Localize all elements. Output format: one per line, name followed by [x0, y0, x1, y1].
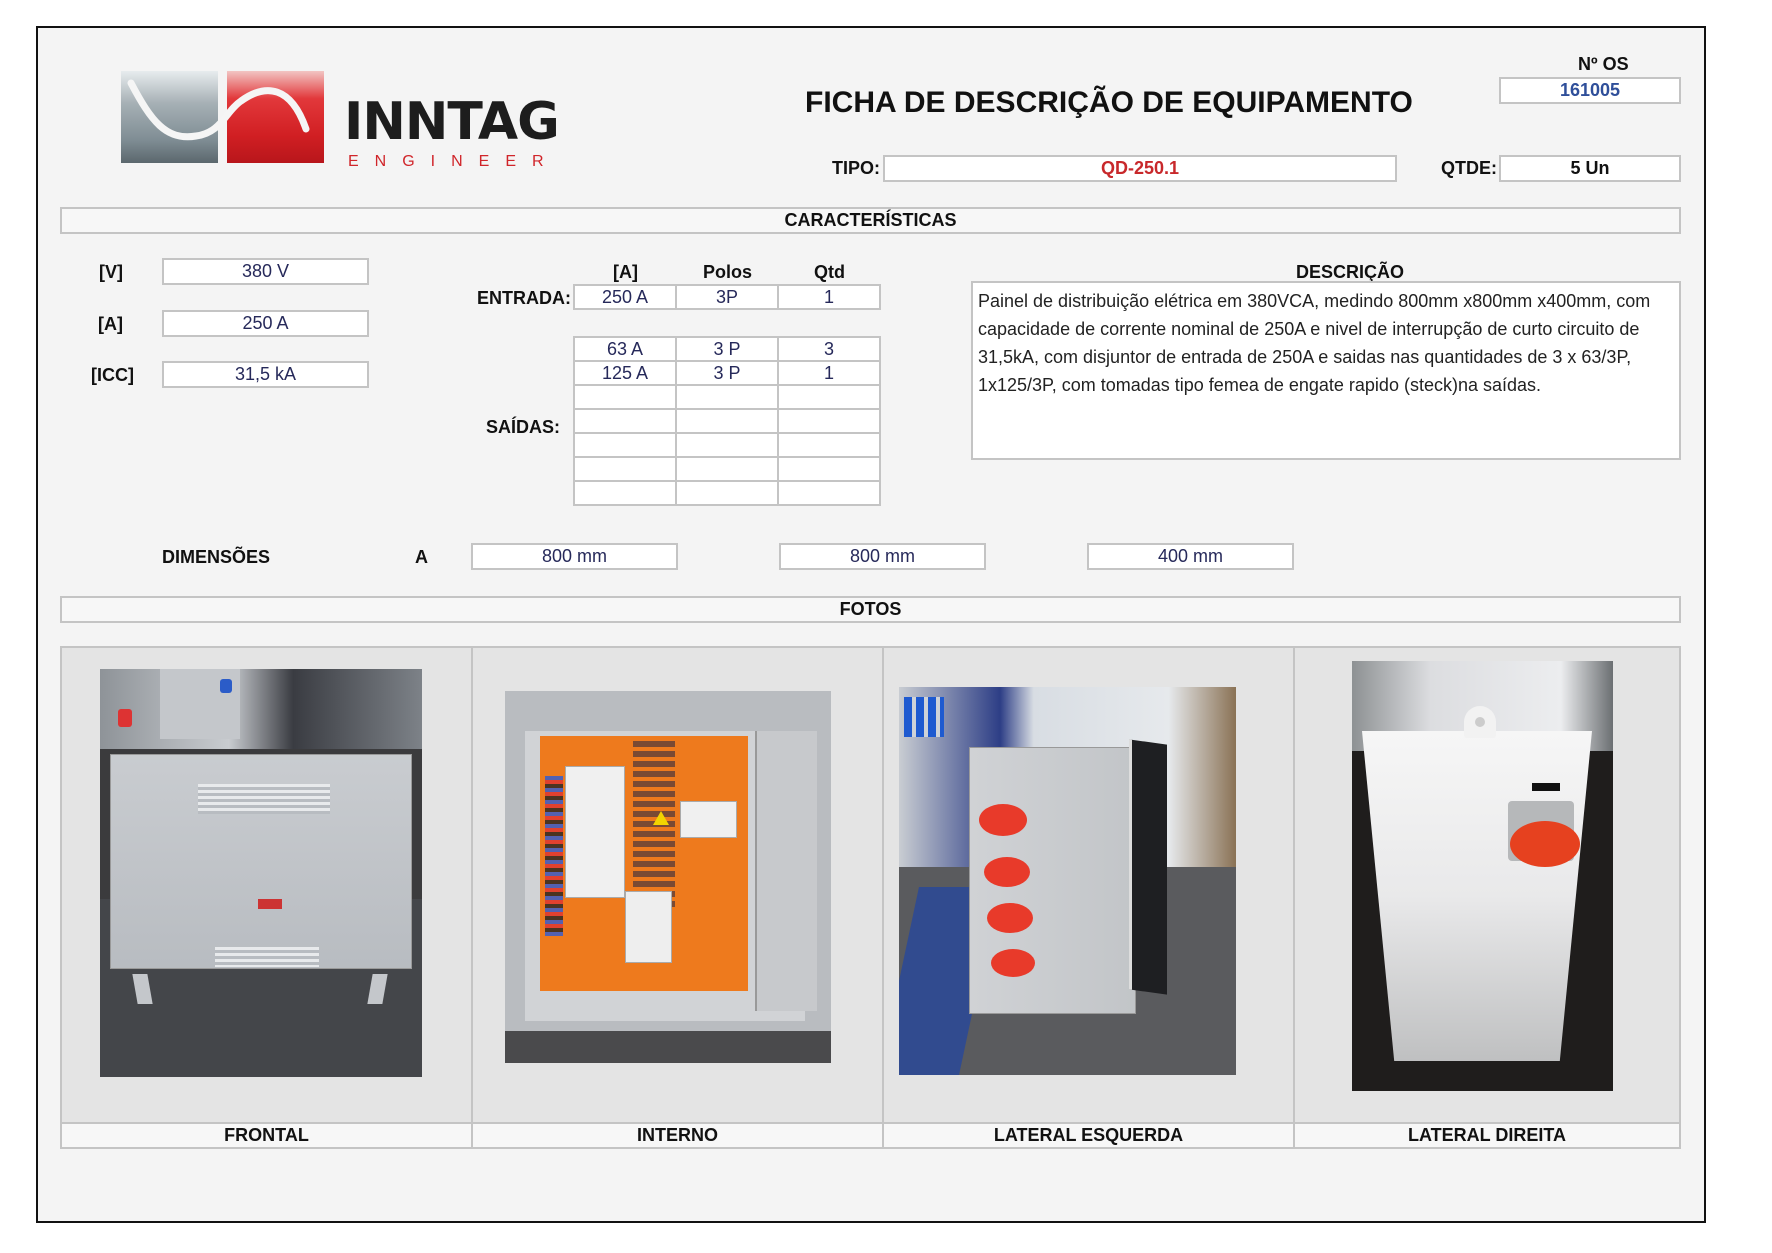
- saidas-row: [573, 384, 881, 410]
- saida-polos[interactable]: [675, 384, 779, 410]
- logo-wordmark: INNTAG: [344, 92, 560, 152]
- fotos-header: FOTOS: [60, 596, 1681, 623]
- dimension-height-field[interactable]: 800 mm: [471, 543, 678, 570]
- entrada-polos[interactable]: 3P: [675, 284, 779, 310]
- dimension-depth-field[interactable]: 400 mm: [1087, 543, 1294, 570]
- saida-qtd[interactable]: [777, 432, 881, 458]
- saida-amps[interactable]: 63 A: [573, 336, 677, 362]
- spec-field-voltage[interactable]: 380 V: [162, 258, 369, 285]
- saida-amps[interactable]: [573, 456, 677, 482]
- saida-qtd[interactable]: 1: [777, 360, 881, 386]
- spec-field-current[interactable]: 250 A: [162, 310, 369, 337]
- page-title: FICHA DE DESCRIÇÃO DE EQUIPAMENTO: [805, 86, 1413, 119]
- logo-tagline: ENGINEER: [348, 153, 560, 170]
- column-header-qtd: Qtd: [814, 262, 845, 282]
- saida-polos[interactable]: [675, 480, 779, 506]
- tipo-label: TIPO:: [832, 158, 880, 178]
- saida-qtd[interactable]: [777, 480, 881, 506]
- internal-view-photo[interactable]: [505, 691, 831, 1063]
- caption-frontal: FRONTAL: [60, 1122, 473, 1149]
- saida-amps[interactable]: [573, 480, 677, 506]
- saidas-table: 63 A 3 P 3 125 A 3 P 1: [573, 336, 881, 506]
- os-number-label: Nº OS: [1578, 54, 1629, 74]
- entrada-table: 250 A 3P 1: [573, 284, 881, 310]
- saida-amps[interactable]: [573, 384, 677, 410]
- dimension-width-field[interactable]: 800 mm: [779, 543, 986, 570]
- entrada-qtd[interactable]: 1: [777, 284, 881, 310]
- tipo-field[interactable]: QD-250.1: [883, 155, 1397, 182]
- saida-polos[interactable]: [675, 408, 779, 434]
- saida-polos[interactable]: [675, 432, 779, 458]
- caption-lateral-direita: LATERAL DIREITA: [1293, 1122, 1681, 1149]
- caption-lateral-esquerda: LATERAL ESQUERDA: [882, 1122, 1295, 1149]
- front-view-photo[interactable]: [100, 669, 422, 1077]
- right-side-photo[interactable]: [1352, 661, 1613, 1091]
- saidas-row: 63 A 3 P 3: [573, 336, 881, 362]
- os-number-field[interactable]: 161005: [1499, 77, 1681, 104]
- entrada-row: 250 A 3P 1: [573, 284, 881, 310]
- descricao-label: DESCRIÇÃO: [1296, 262, 1405, 282]
- saida-amps[interactable]: [573, 432, 677, 458]
- saida-qtd[interactable]: [777, 384, 881, 410]
- left-side-photo[interactable]: [899, 687, 1236, 1075]
- column-header-amps: [A]: [613, 262, 638, 282]
- spec-field-icc[interactable]: 31,5 kA: [162, 361, 369, 388]
- saida-qtd[interactable]: [777, 408, 881, 434]
- spec-label-voltage: [V]: [99, 262, 123, 282]
- saida-polos[interactable]: 3 P: [675, 336, 779, 362]
- saidas-row: [573, 456, 881, 482]
- saidas-row: [573, 408, 881, 434]
- entrada-label: ENTRADA:: [477, 288, 571, 308]
- saidas-row: 125 A 3 P 1: [573, 360, 881, 386]
- saidas-row: [573, 480, 881, 506]
- saida-polos[interactable]: [675, 456, 779, 482]
- column-header-polos: Polos: [703, 262, 753, 282]
- qtde-label: QTDE:: [1441, 158, 1497, 178]
- saidas-row: [573, 432, 881, 458]
- qtde-field[interactable]: 5 Un: [1499, 155, 1681, 182]
- saida-qtd[interactable]: [777, 456, 881, 482]
- entrada-amps[interactable]: 250 A: [573, 284, 677, 310]
- caracteristicas-header: CARACTERÍSTICAS: [60, 207, 1681, 234]
- saida-polos[interactable]: 3 P: [675, 360, 779, 386]
- dimensoes-label: DIMENSÕES: [162, 547, 271, 567]
- spec-label-current: [A]: [98, 314, 123, 334]
- caption-interno: INTERNO: [471, 1122, 884, 1149]
- saida-amps[interactable]: 125 A: [573, 360, 677, 386]
- saidas-label: SAÍDAS:: [486, 417, 561, 437]
- logo-wave-icon: [127, 79, 310, 141]
- spec-label-icc: [ICC]: [91, 365, 134, 385]
- descricao-text[interactable]: Painel de distribuição elétrica em 380VC…: [971, 281, 1681, 460]
- saida-amps[interactable]: [573, 408, 677, 434]
- saida-qtd[interactable]: 3: [777, 336, 881, 362]
- dimensoes-prefix: A: [415, 547, 428, 567]
